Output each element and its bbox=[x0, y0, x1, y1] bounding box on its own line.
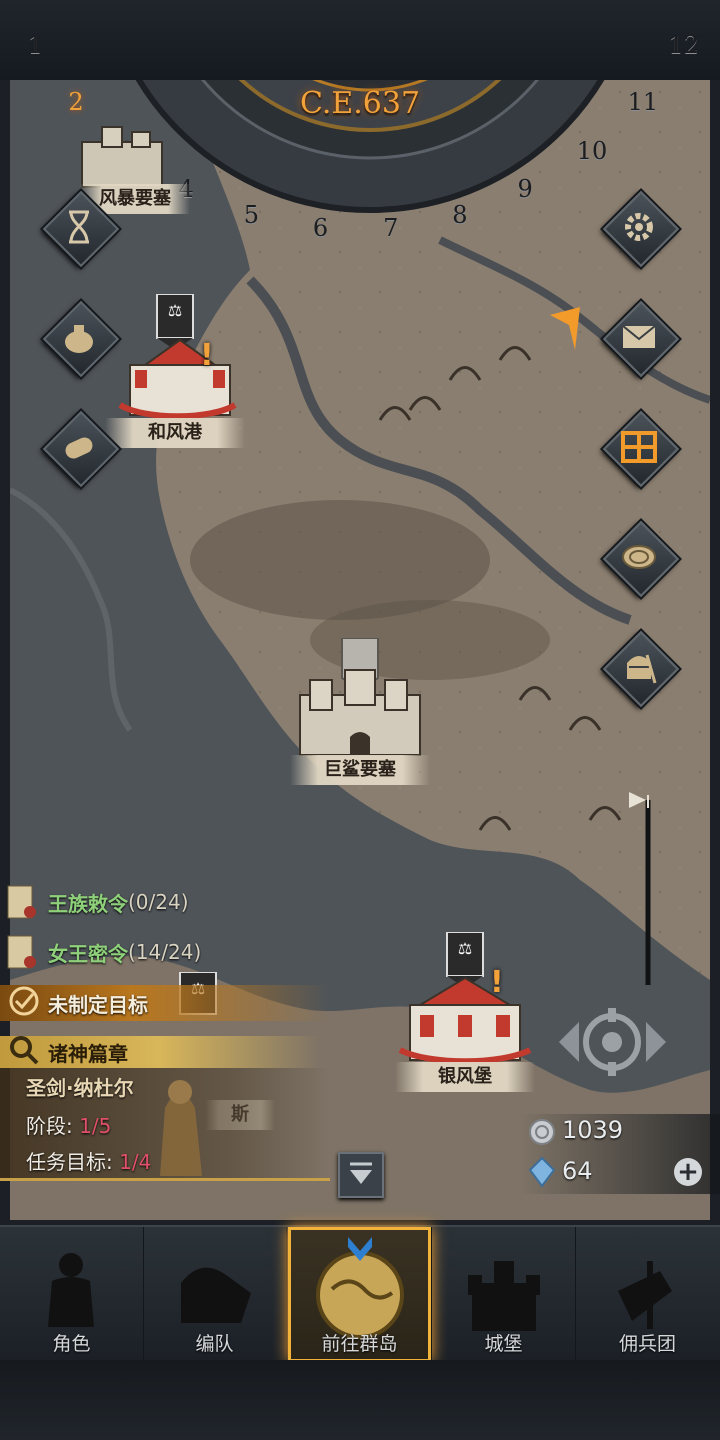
giant-shark-fortress-castle-icon[interactable] bbox=[290, 665, 430, 760]
goal-label: 任务目标: bbox=[26, 1150, 120, 1174]
nav-label: 城堡 bbox=[484, 1333, 523, 1355]
coin-icon bbox=[608, 526, 670, 588]
goal-row: 任务目标: 1/4 bbox=[26, 1146, 151, 1175]
bottom-system-bar bbox=[0, 1360, 720, 1440]
quest-royal-decree[interactable]: 王族敕令 (0/24) bbox=[0, 882, 189, 922]
crystal-amount: 64 bbox=[562, 1157, 593, 1185]
quest-title: 女王密令 bbox=[48, 941, 128, 966]
settings-button[interactable] bbox=[602, 190, 680, 268]
scroll-seal-icon bbox=[0, 882, 48, 922]
chapter-row[interactable]: 诸神篇章 bbox=[0, 1032, 128, 1072]
nav-label: 佣兵团 bbox=[618, 1333, 676, 1355]
calendar-month-9[interactable]: 9 bbox=[518, 175, 533, 203]
target-crosshair-icon bbox=[0, 983, 48, 1024]
scroll-icon bbox=[48, 416, 110, 478]
scroll-track[interactable] bbox=[626, 790, 656, 990]
banner-sword-icon bbox=[618, 1261, 672, 1329]
calendar-month-12[interactable]: 12 bbox=[668, 31, 699, 59]
nav-mercenary[interactable]: 佣兵团 bbox=[576, 1227, 719, 1362]
hero-portrait bbox=[160, 1080, 202, 1176]
stage-value: 1/5 bbox=[79, 1114, 112, 1138]
calendar-month-10[interactable]: 10 bbox=[577, 137, 608, 165]
calendar-month-2[interactable]: 2 bbox=[68, 88, 83, 116]
chapter-label: 诸神篇章 bbox=[48, 1041, 128, 1066]
chapter-detail-panel[interactable]: 圣剑·纳杜尔 阶段: 1/5 任务目标: 1/4 bbox=[0, 1068, 330, 1181]
quest-queen-secret-order[interactable]: 女王密令 (14/24) bbox=[0, 932, 201, 972]
stage-label: 阶段: bbox=[26, 1114, 80, 1138]
mail-icon bbox=[608, 306, 670, 368]
silver-amount: 1039 bbox=[562, 1116, 624, 1144]
collapse-down-icon bbox=[350, 1162, 372, 1184]
money-bag-icon bbox=[48, 306, 110, 368]
building-grid-icon bbox=[608, 416, 670, 478]
mercenary-button[interactable] bbox=[602, 630, 680, 708]
top-status-bar bbox=[0, 0, 720, 80]
nav-character[interactable]: 角色 bbox=[0, 1227, 144, 1362]
hourglass-button[interactable] bbox=[42, 190, 120, 268]
scroll-seal-icon bbox=[0, 932, 48, 972]
collapse-button[interactable] bbox=[338, 1152, 384, 1198]
mail-button[interactable] bbox=[602, 300, 680, 378]
building-button[interactable] bbox=[602, 410, 680, 488]
quest-progress: (0/24) bbox=[128, 890, 189, 914]
calendar-month-7[interactable]: 7 bbox=[383, 214, 398, 242]
search-icon bbox=[0, 1034, 48, 1071]
svg-text:⚖: ⚖ bbox=[168, 301, 182, 320]
hourglass-icon bbox=[48, 196, 110, 258]
nav-label: 编队 bbox=[195, 1333, 234, 1355]
nav-label: 前往群岛 bbox=[321, 1333, 398, 1355]
silver-coin-icon bbox=[529, 1119, 555, 1145]
calendar-year: C.E.637 bbox=[299, 86, 421, 121]
calendar-month-8[interactable]: 8 bbox=[452, 201, 467, 229]
direction-arrow-icon[interactable] bbox=[545, 305, 585, 355]
nav-formation[interactable]: 编队 bbox=[143, 1227, 287, 1362]
bottom-nav: 角色 编队 前往群岛 城堡 佣兵团 bbox=[0, 1225, 720, 1362]
calendar-month-1[interactable]: 1 bbox=[28, 31, 43, 59]
target-row[interactable]: 未制定目标 bbox=[0, 983, 148, 1023]
coin-button[interactable] bbox=[602, 520, 680, 598]
calendar-month-5[interactable]: 5 bbox=[244, 201, 259, 229]
svg-text:⚖: ⚖ bbox=[458, 939, 472, 958]
alert-icon: ! bbox=[200, 338, 214, 373]
quest-title: 王族敕令 bbox=[48, 891, 128, 916]
target-label: 未制定目标 bbox=[48, 992, 148, 1017]
crystal-icon bbox=[528, 1156, 556, 1188]
location-label-giant-shark-fortress[interactable]: 巨鲨要塞 bbox=[290, 755, 430, 785]
quest-progress: (14/24) bbox=[128, 940, 202, 964]
money-bag-button[interactable] bbox=[42, 300, 120, 378]
goal-value: 1/4 bbox=[119, 1150, 152, 1174]
scroll-button[interactable] bbox=[42, 410, 120, 488]
nav-go-to-islands[interactable]: 前往群岛 bbox=[288, 1227, 432, 1362]
silver-wind-castle-icon[interactable] bbox=[395, 975, 535, 1065]
recenter-button[interactable] bbox=[555, 1005, 670, 1080]
add-crystal-button[interactable]: + bbox=[674, 1158, 702, 1186]
alert-icon: ! bbox=[490, 965, 504, 1000]
hero-name: 圣剑·纳杜尔 bbox=[26, 1076, 134, 1100]
nav-label: 角色 bbox=[52, 1333, 91, 1355]
knight-helmet-icon bbox=[608, 636, 670, 698]
calendar-month-6[interactable]: 6 bbox=[313, 214, 328, 242]
calendar-month-11[interactable]: 11 bbox=[628, 88, 659, 116]
settings-gear-icon bbox=[608, 196, 670, 258]
nav-castle[interactable]: 城堡 bbox=[432, 1227, 576, 1362]
castle-red-icon[interactable] bbox=[115, 335, 240, 420]
helmet-formation-icon bbox=[181, 1267, 251, 1323]
storm-fortress-castle-icon[interactable] bbox=[72, 122, 172, 192]
knight-armor-icon bbox=[48, 1253, 94, 1327]
location-label-silver-wind-fort[interactable]: 银风堡 bbox=[395, 1062, 535, 1092]
stage-row: 阶段: 1/5 bbox=[26, 1110, 111, 1139]
castle-icon bbox=[468, 1261, 540, 1331]
location-label-hefeng-port[interactable]: 和风港 bbox=[105, 418, 245, 448]
